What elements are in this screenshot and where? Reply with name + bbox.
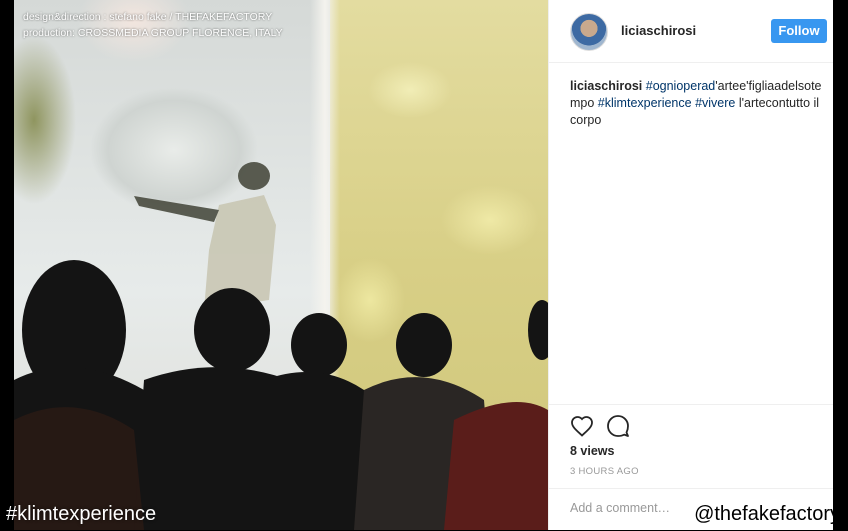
video-credits: design&direction : stefano fake / THEFAK…	[23, 9, 283, 41]
credit-direction: design&direction : stefano fake / THEFAK…	[23, 11, 273, 23]
credit-production: production: CROSSMEDIA GROUP FLORENCE, I…	[23, 27, 283, 39]
right-letterbox	[833, 0, 848, 530]
left-letterbox	[0, 0, 14, 530]
hashtag-watermark: #klimtexperience	[6, 503, 157, 525]
heart-icon[interactable]	[570, 415, 594, 437]
post-panel: liciaschirosi Follow liciaschirosi #ogni…	[548, 0, 834, 530]
post-timestamp[interactable]: 3 HOURS AGO	[570, 466, 639, 477]
handle-watermark: @thefakefactory	[694, 503, 840, 525]
avatar[interactable]	[570, 13, 608, 51]
view-count[interactable]: 8 views	[570, 444, 614, 458]
hashtag-link[interactable]: #klimtexperience	[598, 96, 692, 110]
hashtag-link[interactable]: #vivere	[695, 96, 735, 110]
caption-username[interactable]: liciaschirosi	[570, 79, 642, 93]
post-caption: liciaschirosi #ognioperad'artee'figliaad…	[570, 78, 828, 129]
crowd-silhouettes	[14, 162, 548, 530]
comment-input[interactable]: Add a comment…	[570, 501, 670, 515]
actions-divider	[549, 404, 834, 406]
comment-icon[interactable]	[606, 414, 630, 438]
post-header: liciaschirosi Follow	[549, 0, 834, 63]
post-username[interactable]: liciaschirosi	[621, 23, 696, 38]
follow-button[interactable]: Follow	[771, 19, 827, 43]
hashtag-link[interactable]: #ognioperad	[646, 79, 716, 93]
video-frame[interactable]: design&direction : stefano fake / THEFAK…	[14, 0, 548, 530]
